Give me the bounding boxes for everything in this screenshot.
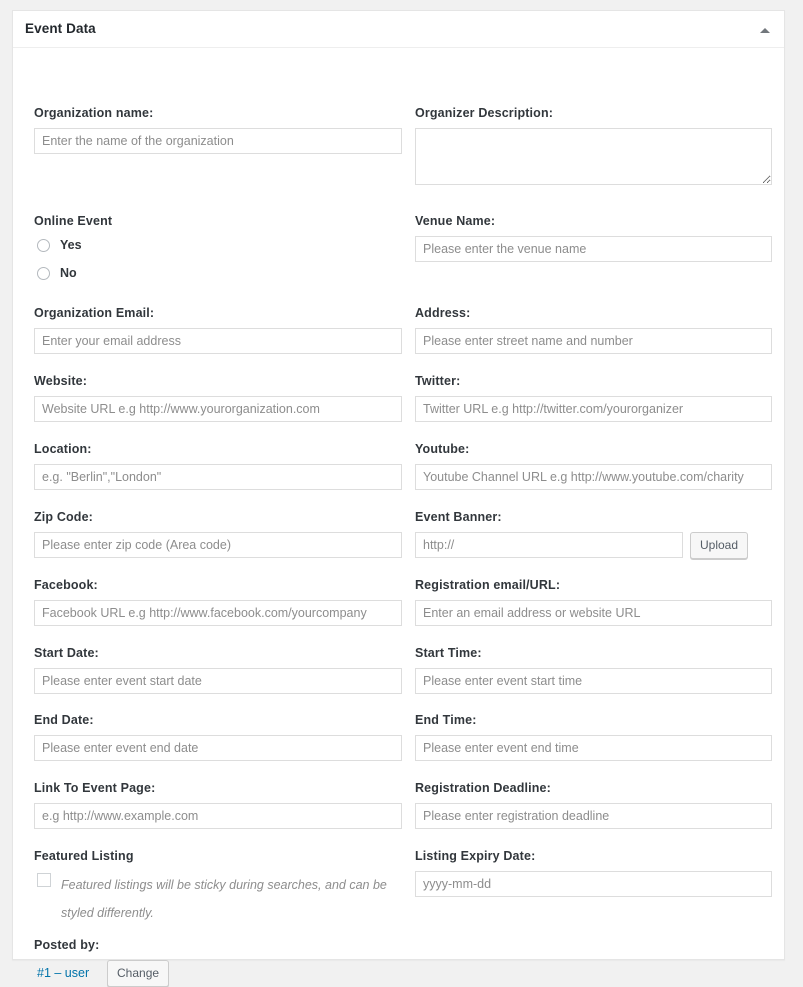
link-to-event-page-label: Link To Event Page: [34,781,402,796]
radio-no-icon[interactable] [37,267,50,280]
field-start-date: Start Date: [34,646,402,694]
field-youtube: Youtube: [415,442,772,490]
youtube-input[interactable] [415,464,772,490]
organization-name-label: Organization name: [34,106,402,121]
field-zip-code: Zip Code: [34,510,402,558]
start-time-label: Start Time: [415,646,772,661]
field-registration-deadline: Registration Deadline: [415,781,772,829]
field-end-time: End Time: [415,713,772,761]
location-label: Location: [34,442,402,457]
checkbox-icon[interactable] [37,873,51,887]
field-organizer-description: Organizer Description: [415,106,772,185]
registration-deadline-input[interactable] [415,803,772,829]
field-organization-email: Organization Email: [34,306,402,354]
triangle-up-icon[interactable] [758,23,772,37]
start-date-input[interactable] [34,668,402,694]
radio-yes-label: Yes [60,238,82,253]
listing-expiry-date-label: Listing Expiry Date: [415,849,772,864]
event-data-metabox: Event Data Organization name: Online Eve… [12,10,785,960]
end-time-label: End Time: [415,713,772,728]
radio-no-label: No [60,266,77,281]
field-posted-by: Posted by: #1 – user Change [34,938,402,986]
youtube-label: Youtube: [415,442,772,457]
start-date-label: Start Date: [34,646,402,661]
website-label: Website: [34,374,402,389]
zip-code-label: Zip Code: [34,510,402,525]
online-event-option-yes[interactable]: Yes [34,236,402,258]
organizer-description-label: Organizer Description: [415,106,772,121]
field-event-banner: Event Banner: Upload [415,510,772,558]
twitter-label: Twitter: [415,374,772,389]
featured-listing-description: Featured listings will be sticky during … [61,871,402,927]
upload-button[interactable]: Upload [690,532,748,559]
radio-yes-icon[interactable] [37,239,50,252]
organization-email-label: Organization Email: [34,306,402,321]
organization-email-input[interactable] [34,328,402,354]
facebook-label: Facebook: [34,578,402,593]
field-location: Location: [34,442,402,490]
posted-by-label: Posted by: [34,938,402,953]
field-venue-name: Venue Name: [415,214,772,262]
field-registration-email: Registration email/URL: [415,578,772,626]
organization-name-input[interactable] [34,128,402,154]
posted-by-user-link[interactable]: #1 – user [37,966,89,980]
twitter-input[interactable] [415,396,772,422]
end-time-input[interactable] [415,735,772,761]
facebook-input[interactable] [34,600,402,626]
organizer-description-textarea[interactable] [415,128,772,185]
posted-by-row: #1 – user Change [34,960,402,986]
online-event-option-no[interactable]: No [34,264,402,286]
location-input[interactable] [34,464,402,490]
field-address: Address: [415,306,772,354]
featured-listing-label: Featured Listing [34,849,402,864]
venue-name-input[interactable] [415,236,772,262]
address-label: Address: [415,306,772,321]
triangle-up-glyph [760,28,770,33]
event-banner-input[interactable] [415,532,683,558]
field-organization-name: Organization name: [34,106,402,154]
start-time-input[interactable] [415,668,772,694]
online-event-label: Online Event [34,214,402,229]
featured-listing-checkbox-row[interactable]: Featured listings will be sticky during … [34,871,402,927]
address-input[interactable] [415,328,772,354]
field-website: Website: [34,374,402,422]
field-facebook: Facebook: [34,578,402,626]
website-input[interactable] [34,396,402,422]
field-twitter: Twitter: [415,374,772,422]
end-date-label: End Date: [34,713,402,728]
field-link-to-event-page: Link To Event Page: [34,781,402,829]
event-banner-label: Event Banner: [415,510,772,525]
field-featured-listing: Featured Listing Featured listings will … [34,849,402,927]
registration-email-label: Registration email/URL: [415,578,772,593]
page-title: Event Data [25,21,96,37]
registration-email-input[interactable] [415,600,772,626]
metabox-header: Event Data [13,11,784,48]
event-banner-row: Upload [415,532,772,558]
link-to-event-page-input[interactable] [34,803,402,829]
registration-deadline-label: Registration Deadline: [415,781,772,796]
field-listing-expiry-date: Listing Expiry Date: [415,849,772,897]
end-date-input[interactable] [34,735,402,761]
zip-code-input[interactable] [34,532,402,558]
field-end-date: End Date: [34,713,402,761]
field-start-time: Start Time: [415,646,772,694]
field-online-event: Online Event Yes No [34,214,402,286]
listing-expiry-date-input[interactable] [415,871,772,897]
venue-name-label: Venue Name: [415,214,772,229]
